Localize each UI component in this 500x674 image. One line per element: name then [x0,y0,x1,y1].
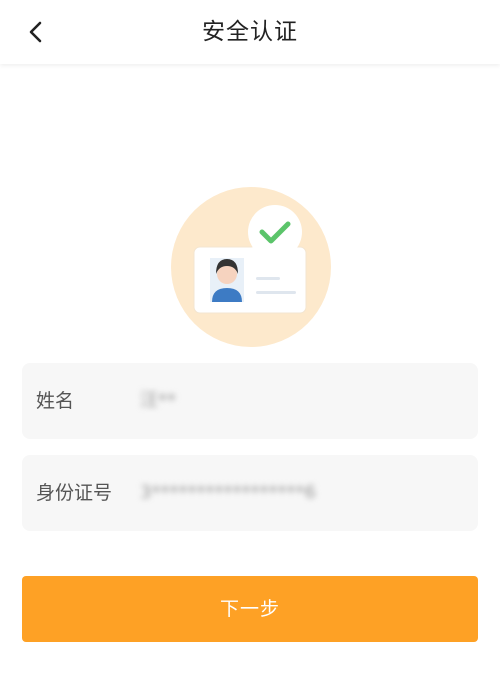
top-nav-bar: 安全认证 [0,0,500,64]
next-button[interactable]: 下一步 [22,576,478,642]
id-card-verified-icon [171,187,331,347]
page-title: 安全认证 [202,19,298,45]
id-verification-illustration [168,184,334,350]
name-field[interactable]: 姓名 汪** [22,363,478,439]
id-number-field[interactable]: 身份证号 3*****************6 [22,455,478,531]
id-number-value: 3*****************6 [140,482,316,503]
name-label: 姓名 [36,390,75,412]
id-number-label: 身份证号 [36,482,113,504]
name-value: 汪** [140,390,176,411]
